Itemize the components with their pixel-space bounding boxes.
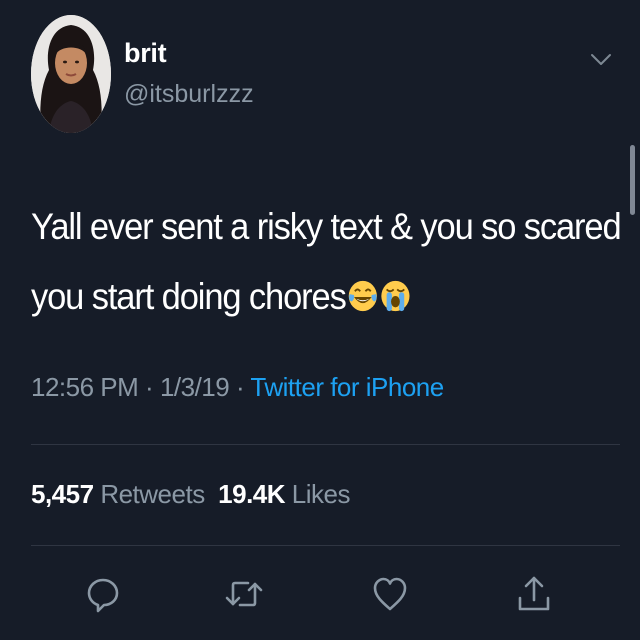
- display-name[interactable]: brit: [124, 38, 167, 69]
- meta-separator: ·: [235, 372, 245, 402]
- scrollbar[interactable]: [630, 145, 635, 215]
- retweets-stat[interactable]: 5,457 Retweets: [31, 479, 205, 509]
- tweet-line-2-text: you start doing chores: [31, 276, 347, 317]
- tweet-line-2: you start doing chores: [31, 262, 581, 332]
- face-with-tears-of-joy-icon: [348, 280, 377, 312]
- avatar-photo: [31, 15, 111, 133]
- retweet-icon[interactable]: [222, 572, 266, 616]
- chevron-down-icon[interactable]: [588, 48, 614, 70]
- tweet-time: 12:56 PM: [31, 372, 139, 402]
- retweets-label: Retweets: [100, 479, 205, 509]
- likes-stat[interactable]: 19.4K Likes: [218, 479, 350, 509]
- divider: [31, 545, 620, 546]
- like-icon[interactable]: [368, 572, 412, 616]
- tweet-meta: 12:56 PM · 1/3/19 · Twitter for iPhone: [31, 372, 444, 403]
- share-icon[interactable]: [512, 572, 556, 616]
- loudly-crying-face-icon: [381, 280, 410, 312]
- tweet-date: 1/3/19: [159, 372, 230, 402]
- user-handle[interactable]: @itsburlzzz: [124, 80, 254, 109]
- tweet-text: Yall ever sent a risky text & you so sca…: [31, 192, 622, 332]
- meta-separator: ·: [145, 372, 154, 402]
- reply-icon[interactable]: [81, 572, 125, 616]
- divider: [31, 444, 620, 445]
- retweets-count: 5,457: [31, 479, 94, 509]
- likes-label: Likes: [291, 479, 351, 509]
- likes-count: 19.4K: [218, 479, 286, 509]
- tweet-line-1: Yall ever sent a risky text & you so sca…: [31, 206, 622, 247]
- avatar[interactable]: [31, 15, 111, 133]
- tweet-source-link[interactable]: Twitter for iPhone: [250, 372, 444, 402]
- tweet-stats: 5,457 Retweets 19.4K Likes: [31, 479, 350, 510]
